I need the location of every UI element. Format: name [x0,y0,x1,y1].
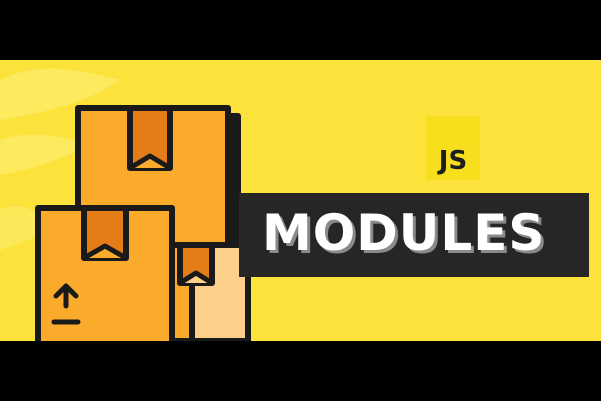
js-badge-label: JS [438,146,468,176]
thumbnail: JS MODULES [0,0,601,401]
title: MODULES [262,204,546,262]
js-badge: JS [426,116,480,180]
banner: JS MODULES [0,60,601,341]
